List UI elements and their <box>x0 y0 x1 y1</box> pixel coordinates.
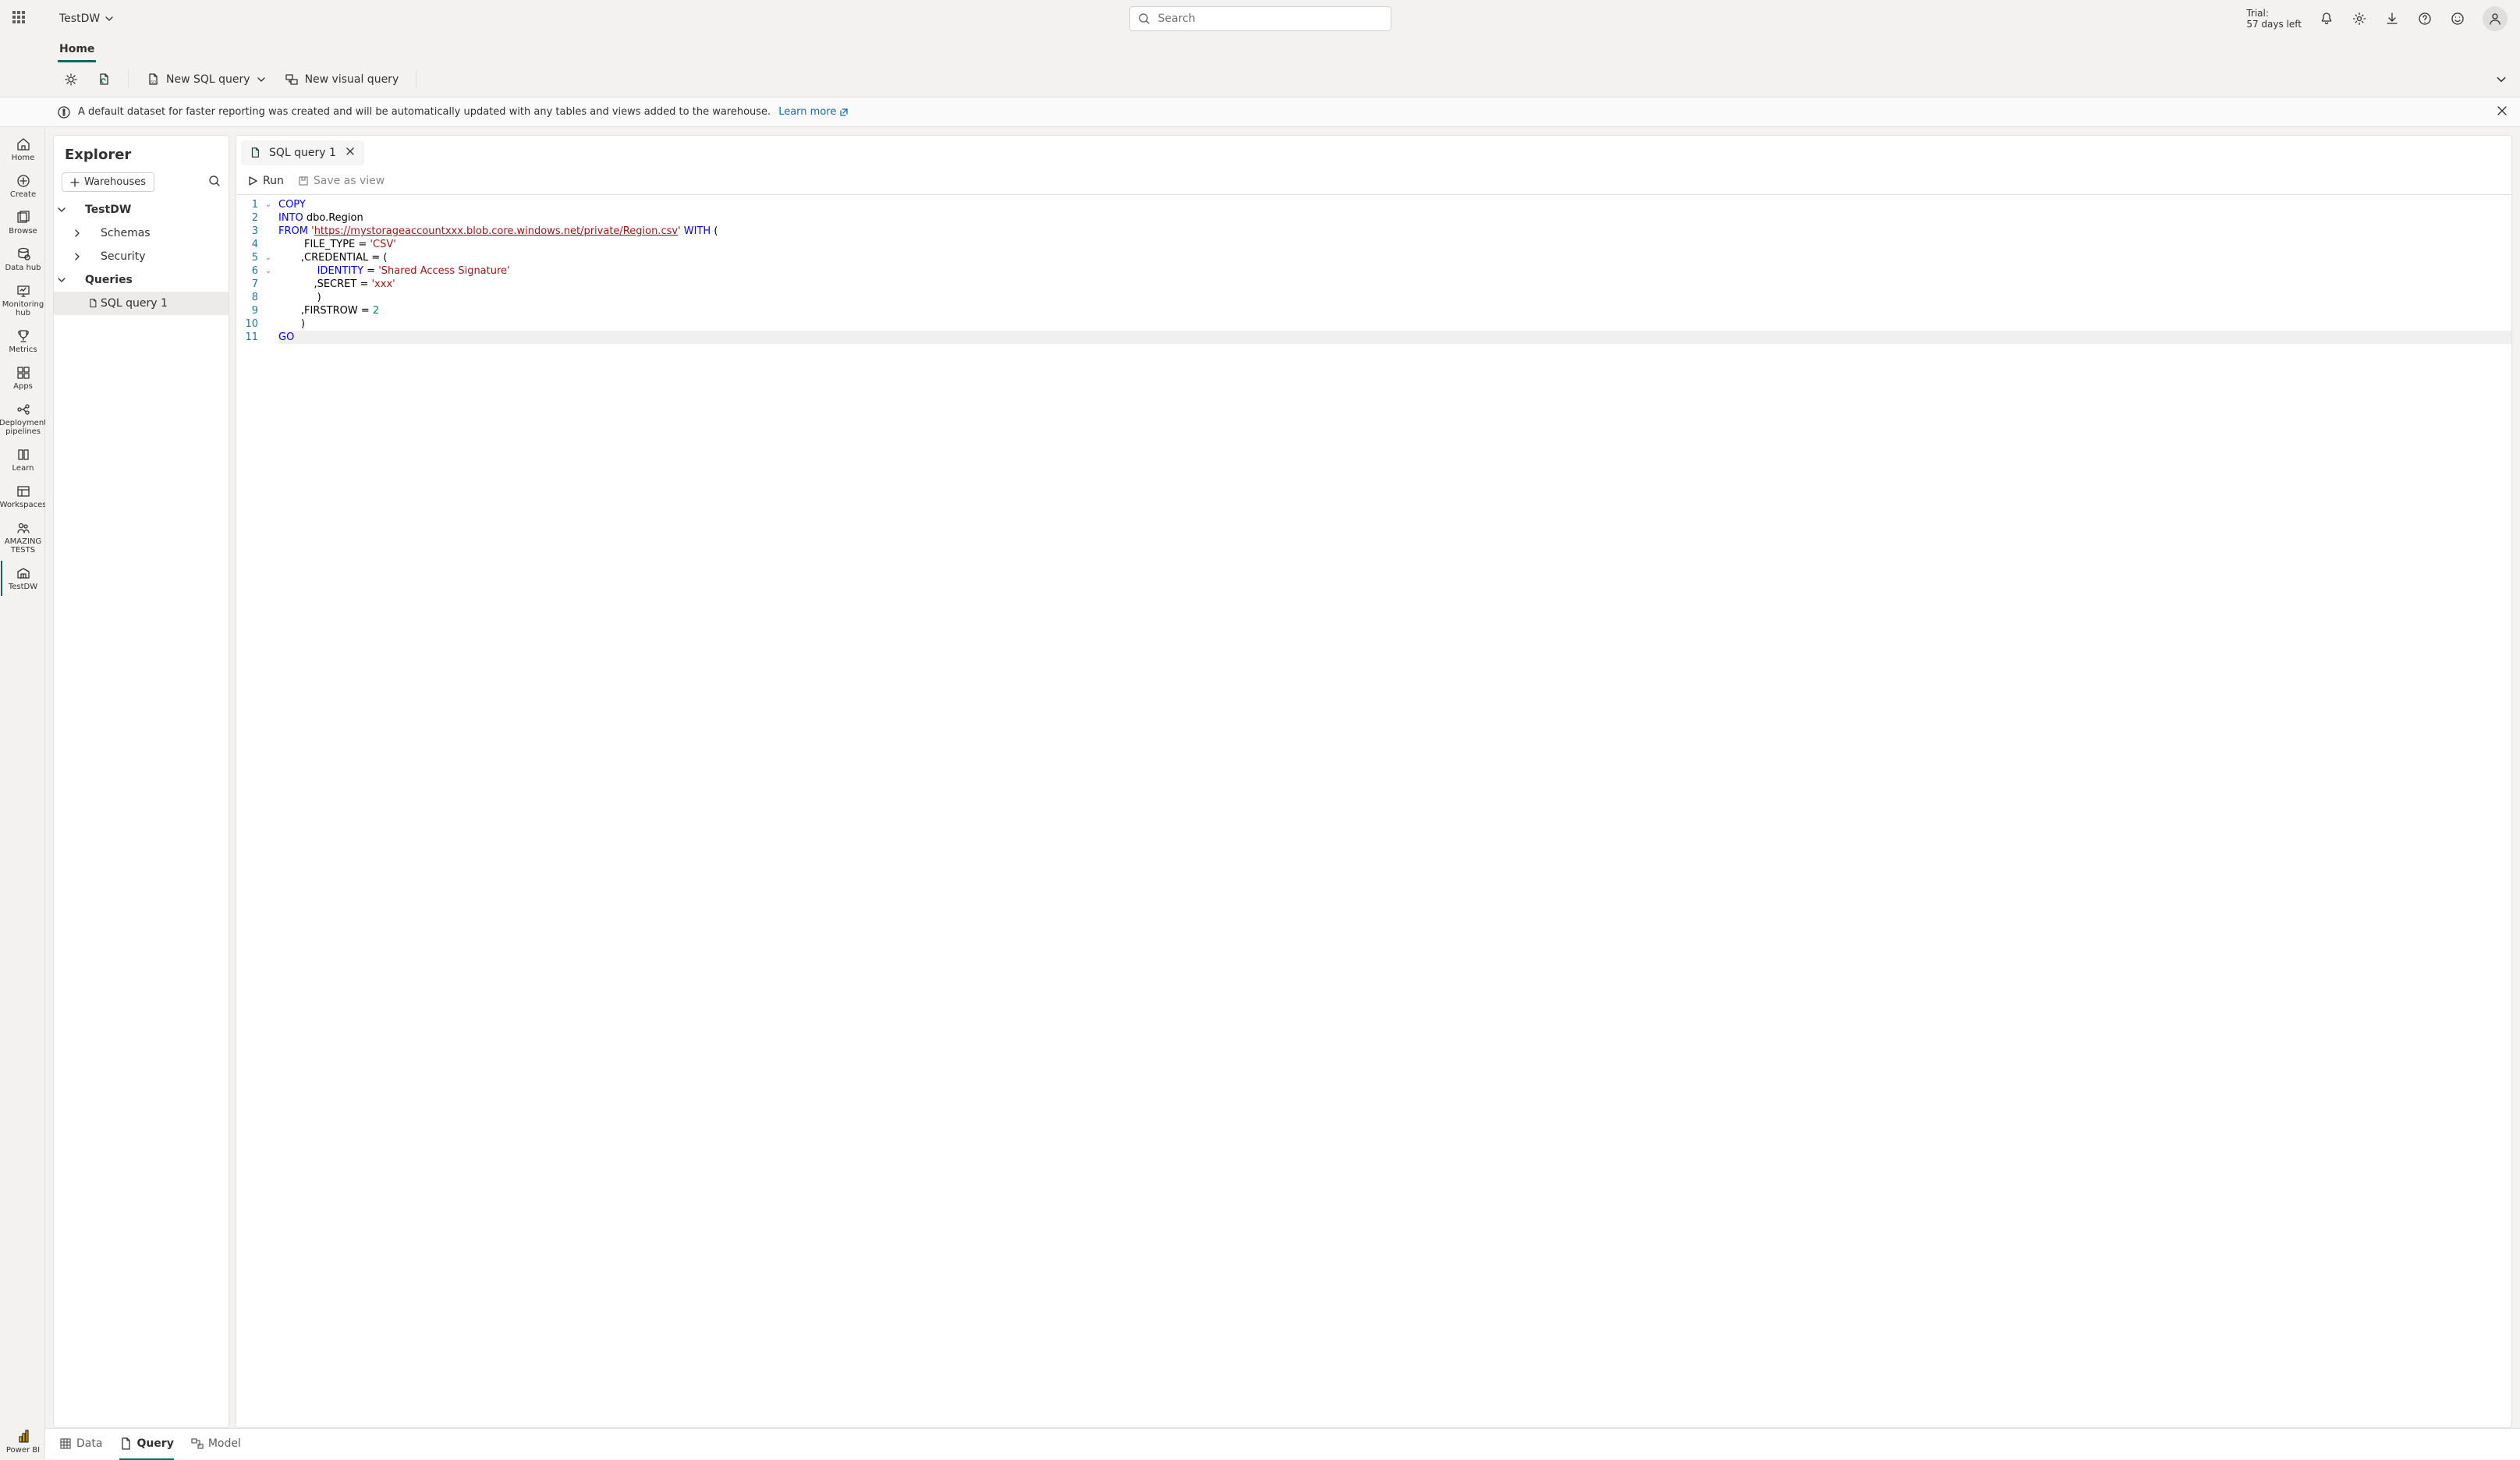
search-icon <box>208 175 221 187</box>
sql-file-icon: SQL <box>146 73 160 87</box>
add-warehouse-button[interactable]: Warehouses <box>62 172 154 192</box>
new-visual-query-button[interactable]: New visual query <box>278 69 406 90</box>
model-icon <box>191 1437 204 1450</box>
tree-node-security[interactable]: Security <box>54 245 229 268</box>
download-icon <box>2385 12 2399 26</box>
info-icon <box>58 106 70 119</box>
powerbi-icon <box>16 1429 31 1444</box>
nav-browse[interactable]: Browse <box>1 205 44 240</box>
book-icon <box>16 447 31 462</box>
nav-workspaces[interactable]: Workspaces <box>1 479 44 514</box>
external-link-icon <box>839 108 849 117</box>
ribbon-tab-home[interactable]: Home <box>58 38 96 62</box>
global-search[interactable] <box>1129 6 1391 31</box>
workspaces-icon <box>16 484 31 499</box>
close-icon <box>2497 105 2508 116</box>
ribbon-separator <box>128 70 129 89</box>
sql-file-icon <box>119 1437 132 1450</box>
monitor-icon <box>16 283 31 299</box>
feedback-button[interactable] <box>2450 11 2465 27</box>
nav-datahub[interactable]: Data hub <box>1 242 44 277</box>
code-content[interactable]: COPY INTO dbo.Region FROM 'https://mysto… <box>274 195 2511 1427</box>
search-input[interactable] <box>1157 12 1383 26</box>
sql-file-icon <box>87 298 98 309</box>
help-icon <box>2418 12 2432 26</box>
visual-query-icon <box>285 73 299 87</box>
datahub-icon <box>16 246 31 262</box>
bottom-tab-query[interactable]: Query <box>119 1429 173 1460</box>
bottom-tab-data[interactable]: Data <box>59 1429 102 1460</box>
app-launcher-icon[interactable] <box>12 11 28 27</box>
explorer-search-button[interactable] <box>208 175 221 190</box>
run-button[interactable]: Run <box>247 175 284 187</box>
ribbon-collapse-button[interactable] <box>2489 74 2514 85</box>
help-button[interactable] <box>2417 11 2433 27</box>
nav-pipelines[interactable]: Deployment pipelines <box>1 397 44 441</box>
plus-circle-icon <box>16 173 31 189</box>
infobar-message: A default dataset for faster reporting w… <box>78 106 771 118</box>
chevron-down-icon <box>257 75 266 84</box>
chevron-down-icon <box>2496 74 2507 85</box>
gear-icon <box>2352 12 2366 26</box>
gear-refresh-icon <box>64 73 78 87</box>
tree-node-testdw[interactable]: TestDW <box>54 198 229 221</box>
sql-file-icon <box>249 147 261 159</box>
pipeline-icon <box>16 402 31 417</box>
new-sql-query-button[interactable]: SQL New SQL query <box>140 69 272 90</box>
settings-button[interactable] <box>2352 11 2367 27</box>
browse-icon <box>16 210 31 225</box>
save-view-icon <box>298 175 309 186</box>
learn-more-link[interactable]: Learn more <box>778 106 849 118</box>
chevron-right-icon <box>73 229 82 238</box>
chevron-down-icon <box>105 14 114 23</box>
plus-icon <box>70 178 80 187</box>
table-icon <box>59 1437 72 1450</box>
ingest-button[interactable] <box>90 69 117 90</box>
nav-metrics[interactable]: Metrics <box>1 324 44 359</box>
person-icon <box>2488 12 2502 26</box>
line-number-gutter: 1234567891011 <box>236 195 263 1427</box>
nav-amazing-tests[interactable]: AMAZING TESTS <box>1 516 44 559</box>
nav-home[interactable]: Home <box>1 132 44 167</box>
file-refresh-icon <box>97 73 111 87</box>
bottom-tab-model[interactable]: Model <box>191 1429 241 1460</box>
infobar-close-button[interactable] <box>2497 105 2508 119</box>
nav-monitoring[interactable]: Monitoring hub <box>1 278 44 322</box>
editor-tab-sql-query-1[interactable]: SQL query 1 <box>241 140 364 165</box>
people-icon <box>16 520 31 536</box>
user-avatar[interactable] <box>2483 6 2508 31</box>
code-editor[interactable]: 1234567891011 ⌄ ⌄⌄ COPY INTO dbo.Region … <box>236 195 2511 1427</box>
workspace-name: TestDW <box>59 12 100 25</box>
tree-node-queries[interactable]: Queries <box>54 268 229 292</box>
nav-testdw[interactable]: TestDW <box>1 561 44 596</box>
home-icon <box>16 136 31 152</box>
explorer-title: Explorer <box>54 136 229 172</box>
close-icon <box>346 147 355 156</box>
apps-icon <box>16 365 31 381</box>
nav-powerbi[interactable]: Power BI <box>1 1424 44 1459</box>
nav-create[interactable]: Create <box>1 168 44 204</box>
download-button[interactable] <box>2384 11 2400 27</box>
warehouse-icon <box>16 565 31 581</box>
editor-tab-close-button[interactable] <box>344 145 356 161</box>
bell-icon <box>2320 12 2334 26</box>
save-as-view-button: Save as view <box>298 175 385 187</box>
smiley-icon <box>2451 12 2465 26</box>
trophy-icon <box>16 328 31 344</box>
chevron-right-icon <box>73 252 82 261</box>
search-icon <box>1138 12 1150 25</box>
nav-learn[interactable]: Learn <box>1 442 44 477</box>
trial-status: Trial: 57 days left <box>2246 8 2302 30</box>
notifications-button[interactable] <box>2319 11 2334 27</box>
nav-apps[interactable]: Apps <box>1 360 44 395</box>
svg-text:SQL: SQL <box>151 80 158 85</box>
chevron-down-icon <box>57 205 66 214</box>
play-icon <box>247 175 258 186</box>
fold-column: ⌄ ⌄⌄ <box>263 195 274 1427</box>
tree-node-schemas[interactable]: Schemas <box>54 221 229 245</box>
tree-node-sql-query-1[interactable]: SQL query 1 <box>54 292 229 315</box>
workspace-breadcrumb[interactable]: TestDW <box>59 12 114 25</box>
refresh-button[interactable] <box>58 69 84 90</box>
chevron-down-icon <box>57 275 66 285</box>
